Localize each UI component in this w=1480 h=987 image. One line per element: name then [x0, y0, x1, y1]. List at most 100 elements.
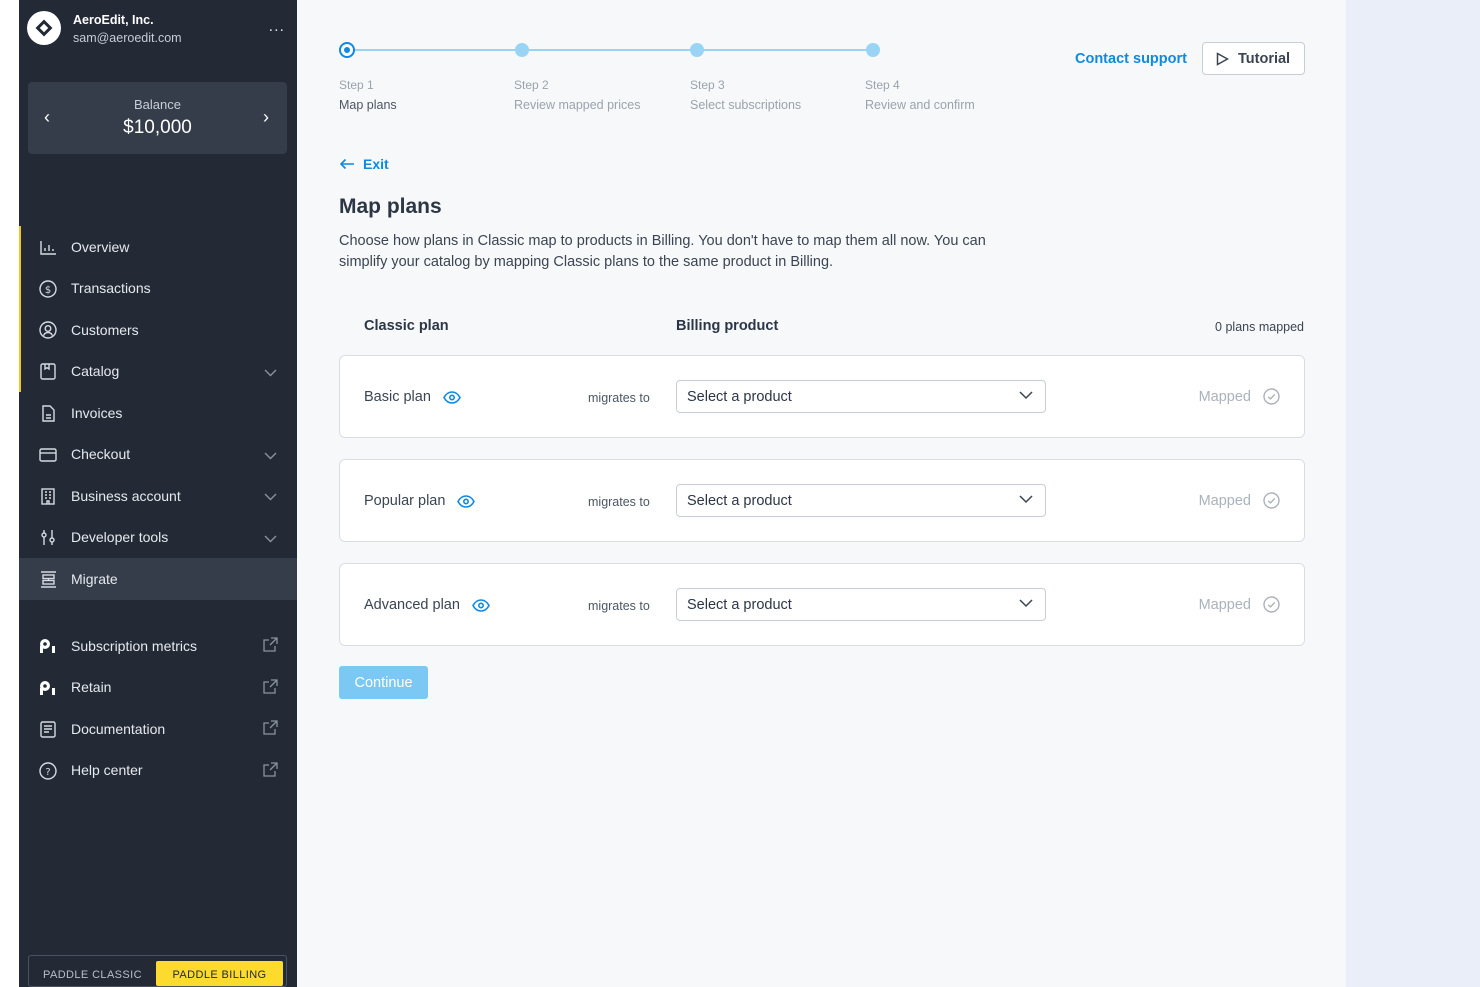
plan-name: Popular plan — [364, 493, 476, 509]
balance-card: ‹ Balance $10,000 › — [28, 82, 287, 154]
column-header-classic-plan: Classic plan — [364, 318, 449, 334]
page-title: Map plans — [339, 195, 442, 218]
balance-value: $10,000 — [123, 117, 192, 138]
external-link-icon — [263, 678, 278, 697]
main-content: Step 1 Map plans Step 2 Review mapped pr… — [297, 0, 1346, 987]
product-select-value: Select a product — [687, 493, 792, 509]
plan-name-label: Popular plan — [364, 493, 446, 509]
sidebar-item-label: Transactions — [71, 280, 151, 297]
step-3-name: Select subscriptions — [690, 98, 802, 112]
product-select[interactable]: Select a product — [676, 380, 1046, 413]
plan-name: Advanced plan — [364, 597, 490, 613]
aeroedit-logo-icon — [27, 11, 61, 45]
sidebar-item-label: Developer tools — [71, 529, 169, 546]
tutorial-button[interactable]: Tutorial — [1202, 42, 1305, 75]
building-icon — [39, 487, 57, 505]
chevron-down-icon — [264, 364, 277, 380]
mapped-status: Mapped — [1199, 388, 1280, 405]
chevron-down-icon — [1019, 495, 1033, 504]
sidebar-item-subscription-metrics[interactable]: Subscription metrics — [19, 625, 297, 667]
main-nav: Overview $ Transactions Customers Catalo… — [19, 226, 297, 600]
sidebar-item-label: Migrate — [71, 570, 118, 587]
sidebar-item-label: Business account — [71, 487, 181, 504]
column-header-billing-product: Billing product — [676, 318, 779, 334]
migrates-to-label: migrates to — [588, 391, 650, 405]
contact-support-link[interactable]: Contact support — [1075, 51, 1187, 67]
step-2-dot — [515, 43, 529, 57]
plan-mapping-row: Basic plan migrates to Select a product … — [339, 355, 1305, 438]
paddle-icon — [39, 637, 57, 655]
dollar-circle-icon: $ — [39, 279, 57, 298]
toggle-paddle-classic[interactable]: PADDLE CLASSIC — [29, 956, 156, 986]
progress-stepper: Step 1 Map plans Step 2 Review mapped pr… — [339, 40, 989, 120]
sidebar-item-documentation[interactable]: Documentation — [19, 708, 297, 750]
step-3-dot — [690, 43, 704, 57]
plans-mapped-count: 0 plans mapped — [1215, 320, 1304, 334]
sidebar-item-label: Overview — [71, 238, 130, 255]
product-select[interactable]: Select a product — [676, 588, 1046, 621]
exit-link[interactable]: Exit — [339, 156, 389, 172]
paddle-icon — [39, 679, 57, 697]
continue-button[interactable]: Continue — [339, 666, 428, 699]
balance-label: Balance — [134, 97, 181, 112]
balance-next-arrow-icon[interactable]: › — [263, 107, 269, 128]
more-options-icon[interactable]: ... — [269, 18, 285, 36]
chevron-down-icon — [1019, 391, 1033, 400]
account-switcher[interactable]: AeroEdit, Inc. sam@aeroedit.com ... — [27, 8, 289, 48]
product-select-value: Select a product — [687, 597, 792, 613]
plan-mapping-row: Popular plan migrates to Select a produc… — [339, 459, 1305, 542]
mapped-status: Mapped — [1199, 492, 1280, 509]
exit-label: Exit — [363, 156, 389, 172]
sidebar-item-retain[interactable]: Retain — [19, 667, 297, 709]
external-link-icon — [263, 761, 278, 780]
step-4-name: Review and confirm — [865, 98, 975, 112]
check-circle-icon — [1263, 388, 1280, 405]
sidebar-item-label: Documentation — [71, 720, 166, 737]
sidebar-item-transactions[interactable]: $ Transactions — [19, 268, 297, 310]
eye-icon[interactable] — [442, 390, 461, 404]
card-icon — [39, 446, 57, 464]
chart-icon — [39, 238, 57, 256]
sidebar-item-migrate[interactable]: Migrate — [19, 558, 297, 600]
sidebar-item-label: Catalog — [71, 363, 120, 380]
sidebar-item-customers[interactable]: Customers — [19, 309, 297, 351]
plan-name-label: Basic plan — [364, 389, 431, 405]
sidebar-item-label: Checkout — [71, 446, 131, 463]
account-email: sam@aeroedit.com — [73, 31, 182, 45]
sidebar-item-help-center[interactable]: ? Help center — [19, 750, 297, 792]
migrate-icon — [39, 570, 57, 588]
sidebar-item-checkout[interactable]: Checkout — [19, 434, 297, 476]
chevron-down-icon — [264, 488, 277, 504]
check-circle-icon — [1263, 492, 1280, 509]
step-4-number: Step 4 — [865, 78, 900, 92]
sidebar-item-developer-tools[interactable]: Developer tools — [19, 517, 297, 559]
sidebar-item-invoices[interactable]: Invoices — [19, 392, 297, 434]
tutorial-label: Tutorial — [1238, 50, 1291, 67]
docs-icon — [39, 720, 57, 738]
window-edge — [0, 0, 19, 987]
chevron-down-icon — [264, 447, 277, 463]
plan-mapping-row: Advanced plan migrates to Select a produ… — [339, 563, 1305, 646]
step-1-name: Map plans — [339, 98, 397, 112]
sidebar-item-business-account[interactable]: Business account — [19, 475, 297, 517]
catalog-icon — [39, 363, 57, 381]
svg-text:$: $ — [45, 285, 51, 296]
sidebar-item-catalog[interactable]: Catalog — [19, 351, 297, 393]
external-link-icon — [263, 637, 278, 655]
sidebar-item-label: Subscription metrics — [71, 637, 198, 654]
mapped-label: Mapped — [1198, 596, 1251, 613]
product-select[interactable]: Select a product — [676, 484, 1046, 517]
plan-name: Basic plan — [364, 389, 461, 405]
stepper-line — [347, 49, 875, 51]
eye-icon[interactable] — [457, 494, 476, 508]
sidebar: AeroEdit, Inc. sam@aeroedit.com ... ‹ Ba… — [19, 0, 297, 987]
page-description: Choose how plans in Classic map to produ… — [339, 233, 986, 270]
chevron-down-icon — [1019, 599, 1033, 608]
platform-toggle: PADDLE CLASSIC PADDLE BILLING — [28, 955, 287, 987]
eye-icon[interactable] — [472, 598, 490, 612]
play-icon — [1216, 51, 1229, 66]
check-circle-icon — [1263, 596, 1280, 613]
step-2-name: Review mapped prices — [514, 98, 641, 112]
toggle-paddle-billing[interactable]: PADDLE BILLING — [156, 961, 283, 986]
sidebar-item-overview[interactable]: Overview — [19, 226, 297, 268]
